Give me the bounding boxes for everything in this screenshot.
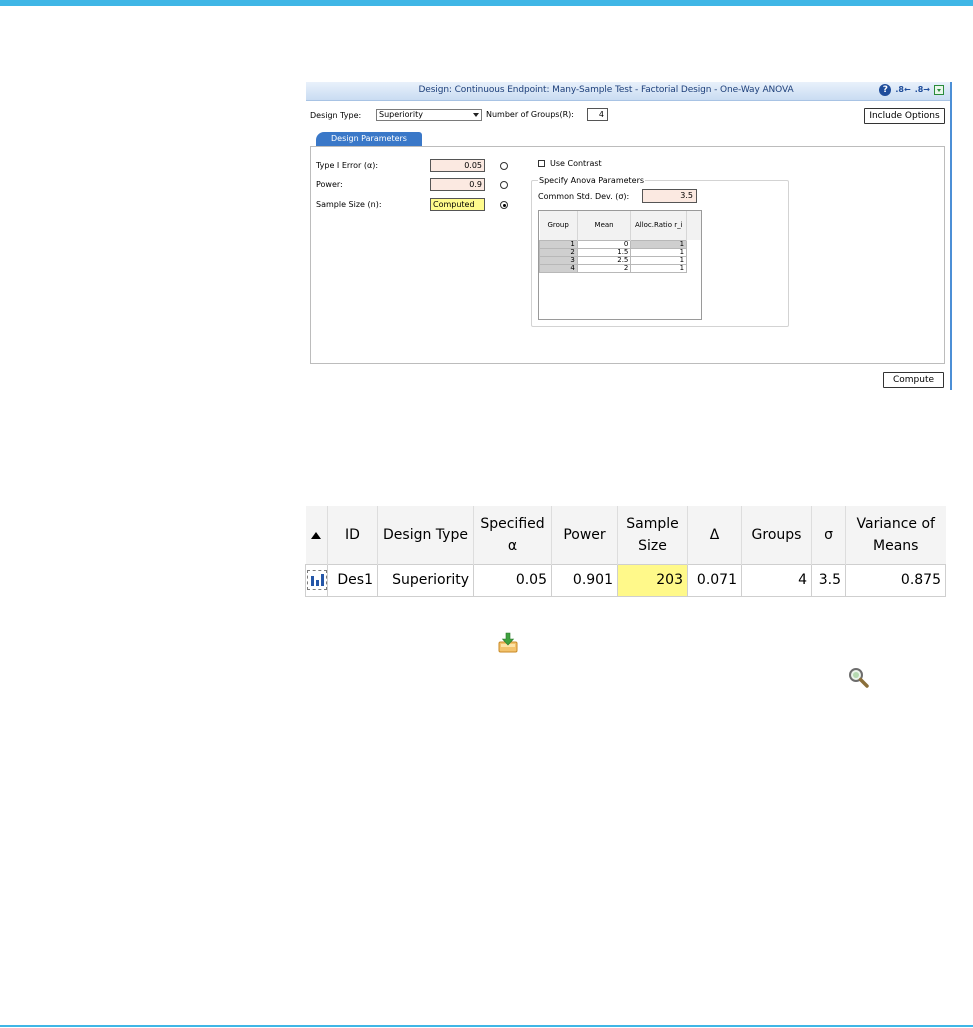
use-contrast-label: Use Contrast: [550, 159, 602, 168]
title-bar-icons: ? .8← .8→: [879, 84, 944, 96]
cell-design-type: Superiority: [377, 563, 474, 597]
sample-size-label: Sample Size (n):: [316, 200, 382, 209]
header-variance-of-means[interactable]: Variance of Means: [845, 506, 946, 564]
cell-sample-size: 203: [617, 563, 688, 597]
bar-chart-icon[interactable]: [306, 570, 327, 590]
power-radio[interactable]: [500, 181, 508, 189]
compute-button[interactable]: Compute: [883, 372, 944, 388]
design-type-value: Superiority: [379, 110, 423, 119]
cell-power: 0.901: [551, 563, 618, 597]
cell-sigma: 3.5: [811, 563, 846, 597]
bottom-accent-rule: [0, 1025, 973, 1027]
help-icon[interactable]: ?: [879, 84, 892, 96]
grid-cell-group: 4: [539, 263, 578, 273]
grid-cell-mean[interactable]: 2: [576, 263, 632, 273]
sort-up-icon: [311, 531, 322, 539]
power-input[interactable]: 0.9: [430, 178, 485, 191]
power-label: Power:: [316, 180, 343, 189]
sample-size-input[interactable]: Computed: [430, 198, 485, 211]
grid-row: 4 2 1: [539, 263, 701, 273]
grid-cell-group: 3: [539, 255, 578, 265]
sample-size-radio[interactable]: [500, 201, 508, 209]
grid-cell-alloc[interactable]: 1: [630, 255, 688, 265]
anova-parameters-label: Specify Anova Parameters: [538, 176, 646, 185]
header-delta[interactable]: Δ: [687, 506, 742, 564]
cell-id: Des1: [327, 563, 378, 597]
cell-groups: 4: [741, 563, 812, 597]
cell-delta: 0.071: [687, 563, 742, 597]
dialog-scroll-edge: [950, 82, 952, 390]
common-sd-input[interactable]: 3.5: [642, 189, 697, 203]
header-specified-alpha[interactable]: Specified α: [473, 506, 552, 564]
grid-cell-mean[interactable]: 2.5: [576, 255, 632, 265]
cell-variance-of-means: 0.875: [845, 563, 946, 597]
header-sigma[interactable]: σ: [811, 506, 846, 564]
header-id[interactable]: ID: [327, 506, 378, 564]
grid-cell-alloc[interactable]: 1: [630, 239, 688, 249]
design-type-select[interactable]: Superiority: [376, 109, 482, 121]
grid-cell-mean[interactable]: 1.5: [576, 247, 632, 257]
grid-cell-alloc[interactable]: 1: [630, 263, 688, 273]
header-design-type[interactable]: Design Type: [377, 506, 474, 564]
grid-cell-alloc[interactable]: 1: [630, 247, 688, 257]
cell-specified-alpha: 0.05: [473, 563, 552, 597]
sort-column-header[interactable]: [305, 506, 328, 564]
use-contrast-checkbox[interactable]: [538, 160, 545, 167]
groups-label: Number of Groups(R):: [486, 110, 574, 119]
type1-error-radio[interactable]: [500, 162, 508, 170]
save-to-library-icon[interactable]: [497, 631, 519, 655]
type1-error-label: Type I Error (α):: [316, 161, 379, 170]
grid-header-mean[interactable]: Mean: [577, 211, 632, 240]
dropdown-menu-icon[interactable]: [934, 85, 944, 95]
decrease-decimal-icon[interactable]: .8←: [895, 84, 910, 96]
grid-cell-mean[interactable]: 0: [576, 239, 632, 249]
top-accent-rule: [0, 0, 973, 6]
grid-row: 2 1.5 1: [539, 247, 701, 257]
increase-decimal-icon[interactable]: .8→: [915, 84, 930, 96]
design-dialog: Design: Continuous Endpoint: Many-Sample…: [306, 82, 952, 392]
dialog-title-bar: Design: Continuous Endpoint: Many-Sample…: [306, 82, 950, 101]
dialog-title: Design: Continuous Endpoint: Many-Sample…: [418, 85, 794, 95]
common-sd-label: Common Std. Dev. (σ):: [538, 192, 630, 201]
grid-cell-group: 1: [539, 239, 578, 249]
grid-cell-group: 2: [539, 247, 578, 257]
tab-design-parameters[interactable]: Design Parameters: [316, 132, 422, 146]
grid-header-group[interactable]: Group: [539, 211, 578, 240]
type1-error-input[interactable]: 0.05: [430, 159, 485, 172]
grid-header-alloc-ratio[interactable]: Alloc.Ratio r_i: [630, 211, 688, 240]
include-options-button[interactable]: Include Options: [864, 108, 945, 124]
chevron-down-icon: [473, 113, 479, 117]
header-sample-size[interactable]: Sample Size: [617, 506, 688, 564]
header-groups[interactable]: Groups: [741, 506, 812, 564]
table-row[interactable]: Des1 Superiority 0.05 0.901 203 0.071 4 …: [305, 563, 946, 597]
header-power[interactable]: Power: [551, 506, 618, 564]
grid-header-spacer: [686, 211, 701, 240]
results-table: ID Design Type Specified α Power Sample …: [305, 506, 953, 600]
design-type-label: Design Type:: [310, 111, 362, 120]
groups-input[interactable]: 4: [587, 108, 608, 121]
group-means-grid: Group Mean Alloc.Ratio r_i 1 0 1 2 1.5 1: [538, 210, 702, 320]
magnify-icon[interactable]: [847, 666, 871, 690]
row-icon-cell[interactable]: [305, 563, 328, 597]
grid-row: 1 0 1: [539, 239, 701, 249]
grid-row: 3 2.5 1: [539, 255, 701, 265]
